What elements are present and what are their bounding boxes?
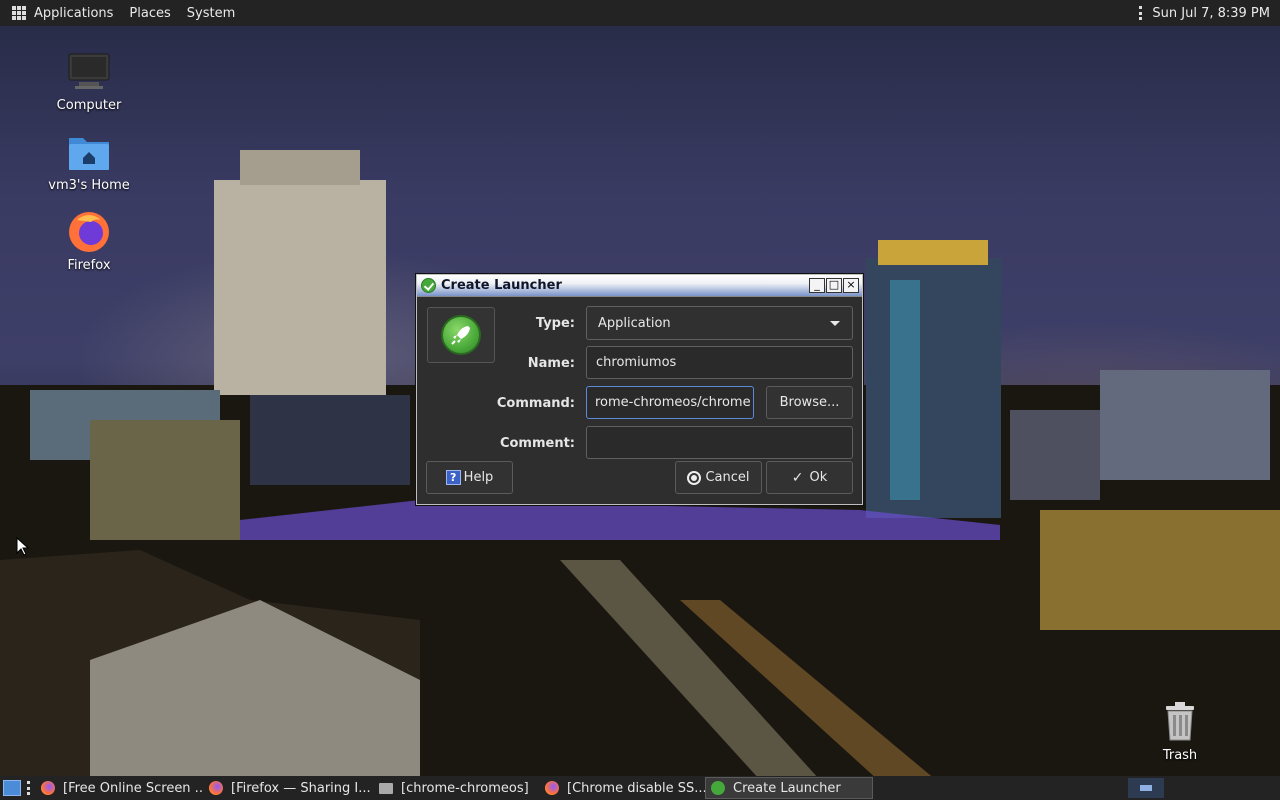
desktop-icon-label: vm3's Home: [48, 178, 130, 193]
command-label: Command:: [496, 396, 575, 411]
help-icon: ?: [445, 470, 461, 485]
type-dropdown[interactable]: Application: [586, 306, 853, 340]
create-launcher-dialog: Create Launcher _ □ × Type: Application …: [416, 274, 863, 505]
applications-grid-icon[interactable]: [12, 6, 26, 20]
firefox-icon: [67, 210, 111, 254]
taskbar-handle-icon[interactable]: [27, 781, 30, 795]
launcher-icon: [711, 781, 725, 795]
name-field[interactable]: chromiumos: [586, 346, 853, 379]
taskbar-item-label: [chrome-chromeos]: [401, 780, 529, 796]
cancel-label: Cancel: [705, 470, 750, 485]
panel-handle-icon[interactable]: [1139, 6, 1143, 20]
name-value: chromiumos: [596, 355, 677, 370]
folder-icon: [379, 782, 393, 794]
comment-field[interactable]: [586, 426, 853, 459]
taskbar-item[interactable]: [chrome-chromeos]: [374, 777, 540, 799]
show-desktop-icon[interactable]: [3, 780, 21, 796]
type-value: Application: [598, 315, 671, 331]
taskbar-item[interactable]: [Chrome disable SS...: [540, 777, 705, 799]
desktop-icon-trash[interactable]: Trash: [1150, 698, 1210, 763]
desktop-icon-home[interactable]: vm3's Home: [39, 130, 139, 193]
command-value: rome-chromeos/chrome: [595, 395, 751, 410]
clock[interactable]: Sun Jul 7, 8:39 PM: [1152, 6, 1270, 21]
firefox-icon: [41, 781, 55, 795]
computer-icon: [67, 50, 111, 94]
help-label: Help: [463, 470, 494, 485]
chevron-down-icon: [830, 320, 840, 326]
home-folder-icon: [67, 130, 111, 174]
dialog-titlebar[interactable]: Create Launcher _ □ ×: [417, 275, 862, 297]
ok-label: Ok: [809, 470, 828, 485]
top-panel: Applications Places System Sun Jul 7, 8:…: [0, 0, 1280, 26]
taskbar-item-label: [Chrome disable SS...: [567, 780, 705, 796]
browse-label: Browse...: [779, 395, 840, 410]
firefox-icon: [545, 781, 559, 795]
mouse-pointer-icon: [16, 537, 30, 556]
minimize-button[interactable]: _: [809, 278, 825, 293]
desktop-icon-label: Computer: [56, 98, 122, 113]
launcher-title-icon: [421, 278, 436, 293]
maximize-button[interactable]: □: [826, 278, 842, 293]
type-label: Type:: [535, 316, 575, 331]
cancel-icon: [687, 470, 702, 485]
command-field[interactable]: rome-chromeos/chrome: [586, 386, 754, 419]
browse-button[interactable]: Browse...: [766, 386, 853, 419]
top-menu-bar: Applications Places System: [0, 6, 251, 21]
dialog-title: Create Launcher: [441, 278, 562, 293]
help-button[interactable]: ? Help: [426, 461, 513, 494]
desktop-icon-label: Trash: [1162, 748, 1198, 763]
taskbar-item[interactable]: [Free Online Screen ...: [36, 777, 204, 799]
rocket-icon: [441, 315, 481, 355]
close-button[interactable]: ×: [843, 278, 859, 293]
launcher-icon-button[interactable]: [427, 307, 495, 363]
workspace-switcher[interactable]: [1128, 778, 1164, 798]
menu-places[interactable]: Places: [129, 6, 170, 21]
bottom-taskbar: [Free Online Screen ... [Firefox — Shari…: [0, 776, 1280, 800]
desktop-icon-label: Firefox: [67, 258, 111, 273]
window-buttons: _ □ ×: [809, 278, 859, 293]
trash-icon: [1166, 702, 1194, 741]
taskbar-item-label: [Free Online Screen ...: [63, 780, 204, 796]
cancel-button[interactable]: Cancel: [675, 461, 762, 494]
menu-system[interactable]: System: [187, 6, 235, 21]
comment-label: Comment:: [499, 436, 575, 451]
taskbar-item-label: Create Launcher: [733, 780, 841, 796]
desktop-icon-firefox[interactable]: Firefox: [39, 210, 139, 273]
taskbar-item-active[interactable]: Create Launcher: [705, 777, 873, 799]
top-panel-right: Sun Jul 7, 8:39 PM: [1139, 6, 1280, 21]
firefox-icon: [209, 781, 223, 795]
menu-applications[interactable]: Applications: [34, 6, 113, 21]
ok-button[interactable]: ✓ Ok: [766, 461, 853, 494]
name-label: Name:: [527, 356, 575, 371]
taskbar-item[interactable]: [Firefox — Sharing I...: [204, 777, 374, 799]
taskbar-item-label: [Firefox — Sharing I...: [231, 780, 371, 796]
checkmark-icon: ✓: [791, 469, 804, 486]
desktop-icon-computer[interactable]: Computer: [39, 50, 139, 113]
